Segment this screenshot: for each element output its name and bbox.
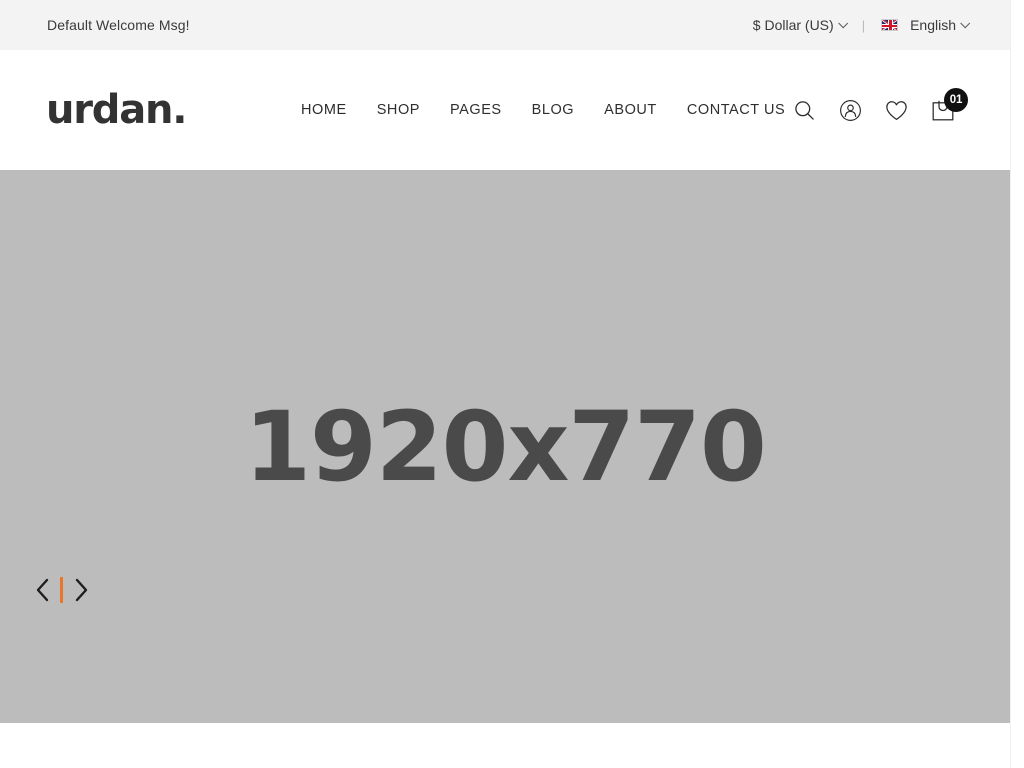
language-label: English — [910, 17, 956, 33]
slider-separator — [60, 577, 63, 603]
wishlist-button[interactable] — [884, 98, 908, 122]
browser-viewport: Default Welcome Msg! $ Dollar (US) | Eng… — [0, 0, 1010, 768]
slider-navigation — [30, 575, 93, 605]
welcome-message: Default Welcome Msg! — [47, 17, 190, 33]
uk-flag-icon — [881, 19, 899, 31]
scrollbar-thumb[interactable] — [1013, 0, 1023, 250]
chevron-down-icon — [837, 17, 848, 28]
search-button[interactable] — [792, 98, 816, 122]
slider-prev-button[interactable] — [30, 575, 54, 605]
account-button[interactable] — [838, 98, 862, 122]
page-root: Default Welcome Msg! $ Dollar (US) | Eng… — [0, 0, 1024, 768]
nav-item-blog[interactable]: BLOG — [532, 102, 575, 118]
site-logo[interactable]: urdan. — [46, 90, 188, 130]
chevron-right-icon — [75, 578, 87, 602]
cart-button[interactable]: 01 — [930, 88, 968, 123]
site-header: urdan. HOME SHOP PAGES BLOG ABOUT CONTAC… — [0, 50, 1010, 170]
hero-placeholder-text: 1920x770 — [244, 390, 767, 503]
language-selector[interactable]: English — [881, 17, 971, 33]
slider-next-button[interactable] — [69, 575, 93, 605]
topbar-right-controls: $ Dollar (US) | English — [753, 17, 980, 33]
currency-label: $ Dollar (US) — [752, 17, 834, 33]
below-hero-spacer — [0, 723, 1010, 768]
nav-item-pages[interactable]: PAGES — [450, 102, 502, 118]
cart-count-badge: 01 — [944, 88, 968, 112]
nav-item-shop[interactable]: SHOP — [377, 102, 420, 118]
nav-item-about[interactable]: ABOUT — [604, 102, 657, 118]
chevron-left-icon — [36, 578, 48, 602]
hero-slider: 1920x770 — [0, 170, 1010, 723]
top-announcement-bar: Default Welcome Msg! $ Dollar (US) | Eng… — [0, 0, 1010, 50]
header-action-icons: 01 — [792, 88, 980, 123]
topbar-divider: | — [861, 17, 866, 33]
page-scrollbar[interactable] — [1010, 0, 1024, 768]
main-navigation: HOME SHOP PAGES BLOG ABOUT CONTACT US — [301, 102, 785, 118]
currency-selector[interactable]: $ Dollar (US) — [752, 17, 848, 33]
nav-item-contact-us[interactable]: CONTACT US — [687, 102, 785, 118]
nav-item-home[interactable]: HOME — [301, 102, 347, 118]
heart-icon — [885, 100, 907, 120]
search-icon — [794, 100, 814, 120]
account-icon — [839, 99, 861, 121]
chevron-down-icon — [960, 17, 971, 28]
